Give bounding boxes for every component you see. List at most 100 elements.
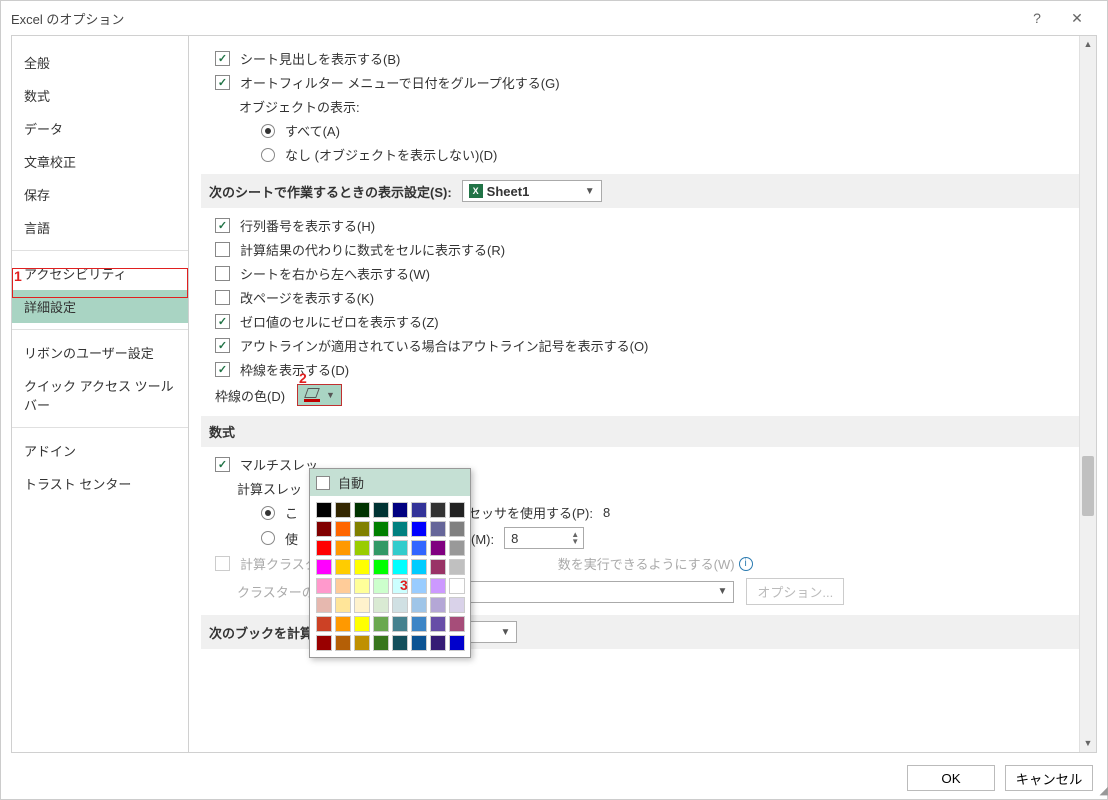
checkbox-sheet-rtl[interactable] [215, 266, 230, 281]
checkbox-zero-values[interactable] [215, 314, 230, 329]
radio-obj-all[interactable] [261, 124, 275, 138]
color-swatch[interactable] [430, 502, 446, 518]
color-swatch[interactable] [411, 502, 427, 518]
color-swatch[interactable] [392, 521, 408, 537]
sidebar-item[interactable]: 言語 [12, 211, 188, 244]
color-swatch[interactable] [373, 559, 389, 575]
scrollbar[interactable]: ▲ ▼ [1079, 36, 1096, 752]
color-swatch[interactable] [316, 616, 332, 632]
color-swatch[interactable] [354, 521, 370, 537]
color-swatch[interactable] [335, 597, 351, 613]
checkbox-autofilter-dates[interactable] [215, 75, 230, 90]
color-swatch[interactable] [449, 597, 465, 613]
input-manual-threads[interactable]: 8 ▲▼ [504, 527, 584, 549]
checkbox-gridlines[interactable] [215, 362, 230, 377]
resize-grip-icon[interactable]: ◢ [1100, 784, 1105, 797]
color-swatch[interactable] [354, 597, 370, 613]
color-swatch[interactable] [373, 540, 389, 556]
color-swatch[interactable] [335, 635, 351, 651]
color-swatch[interactable] [411, 559, 427, 575]
color-swatch[interactable] [430, 616, 446, 632]
color-swatch[interactable] [335, 616, 351, 632]
color-swatch[interactable] [373, 502, 389, 518]
checkbox-cluster-calc[interactable] [215, 556, 230, 571]
color-swatch[interactable] [373, 578, 389, 594]
color-swatch[interactable] [354, 502, 370, 518]
checkbox-row-col-headers[interactable] [215, 218, 230, 233]
color-swatch[interactable] [449, 635, 465, 651]
color-swatch[interactable] [392, 616, 408, 632]
color-swatch[interactable] [354, 540, 370, 556]
sidebar-item[interactable]: 詳細設定 [12, 290, 188, 323]
color-swatch[interactable] [449, 521, 465, 537]
color-swatch[interactable] [354, 578, 370, 594]
color-swatch[interactable] [316, 578, 332, 594]
close-button[interactable]: ✕ [1057, 10, 1097, 27]
color-swatch[interactable] [316, 521, 332, 537]
color-swatch[interactable] [430, 521, 446, 537]
scrollbar-thumb[interactable] [1082, 456, 1094, 516]
color-swatch[interactable] [392, 540, 408, 556]
color-swatch[interactable] [449, 540, 465, 556]
sidebar-item[interactable]: 保存 [12, 178, 188, 211]
info-icon[interactable]: i [739, 557, 753, 571]
color-swatch[interactable] [430, 540, 446, 556]
color-swatch[interactable] [449, 502, 465, 518]
color-swatch[interactable] [354, 616, 370, 632]
color-swatch[interactable] [316, 597, 332, 613]
color-swatch[interactable] [335, 502, 351, 518]
color-swatch[interactable] [392, 635, 408, 651]
sidebar-item[interactable]: 全般 [12, 46, 188, 79]
color-swatch[interactable] [373, 521, 389, 537]
sidebar-item[interactable]: クイック アクセス ツール バー [12, 369, 188, 421]
scroll-down-icon[interactable]: ▼ [1080, 735, 1096, 752]
color-swatch[interactable] [392, 502, 408, 518]
scroll-up-icon[interactable]: ▲ [1080, 36, 1096, 53]
sidebar-item[interactable]: アドイン [12, 434, 188, 467]
select-sheet[interactable]: X Sheet1 ▼ [462, 180, 602, 202]
radio-obj-none[interactable] [261, 148, 275, 162]
checkbox-page-breaks[interactable] [215, 290, 230, 305]
checkbox-multithread[interactable] [215, 457, 230, 472]
checkbox-outline-symbols[interactable] [215, 338, 230, 353]
sidebar-item[interactable]: リボンのユーザー設定 [12, 336, 188, 369]
color-swatch[interactable] [316, 635, 332, 651]
color-swatch[interactable] [316, 502, 332, 518]
help-button[interactable]: ? [1017, 10, 1057, 26]
radio-use-manual[interactable] [261, 531, 275, 545]
color-swatch[interactable] [373, 635, 389, 651]
color-swatch[interactable] [354, 559, 370, 575]
color-swatch[interactable] [449, 559, 465, 575]
color-swatch[interactable] [373, 616, 389, 632]
color-swatch[interactable] [373, 597, 389, 613]
color-swatch[interactable] [335, 521, 351, 537]
color-swatch[interactable] [335, 540, 351, 556]
cancel-button[interactable]: キャンセル [1005, 765, 1093, 791]
ok-button[interactable]: OK [907, 765, 995, 791]
color-swatch[interactable] [411, 616, 427, 632]
color-swatch[interactable] [449, 578, 465, 594]
checkbox-show-formulas[interactable] [215, 242, 230, 257]
color-swatch[interactable] [411, 597, 427, 613]
color-swatch[interactable] [392, 559, 408, 575]
color-swatch[interactable] [354, 635, 370, 651]
color-swatch[interactable] [449, 616, 465, 632]
color-swatch[interactable] [316, 540, 332, 556]
color-picker-automatic[interactable]: 自動 [310, 469, 470, 496]
radio-use-all-proc[interactable] [261, 506, 275, 520]
color-swatch[interactable] [335, 578, 351, 594]
spinner-icon[interactable]: ▲▼ [571, 531, 579, 545]
sidebar-item[interactable]: アクセシビリティ [12, 257, 188, 290]
color-swatch[interactable] [430, 635, 446, 651]
color-swatch[interactable] [392, 597, 408, 613]
color-swatch[interactable] [411, 635, 427, 651]
sidebar-item[interactable]: 数式 [12, 79, 188, 112]
checkbox-sheet-tabs[interactable] [215, 51, 230, 66]
color-swatch[interactable] [316, 559, 332, 575]
color-swatch[interactable] [430, 559, 446, 575]
color-swatch[interactable] [430, 578, 446, 594]
color-swatch[interactable] [430, 597, 446, 613]
color-swatch[interactable] [335, 559, 351, 575]
color-swatch[interactable] [411, 521, 427, 537]
color-swatch[interactable] [411, 540, 427, 556]
